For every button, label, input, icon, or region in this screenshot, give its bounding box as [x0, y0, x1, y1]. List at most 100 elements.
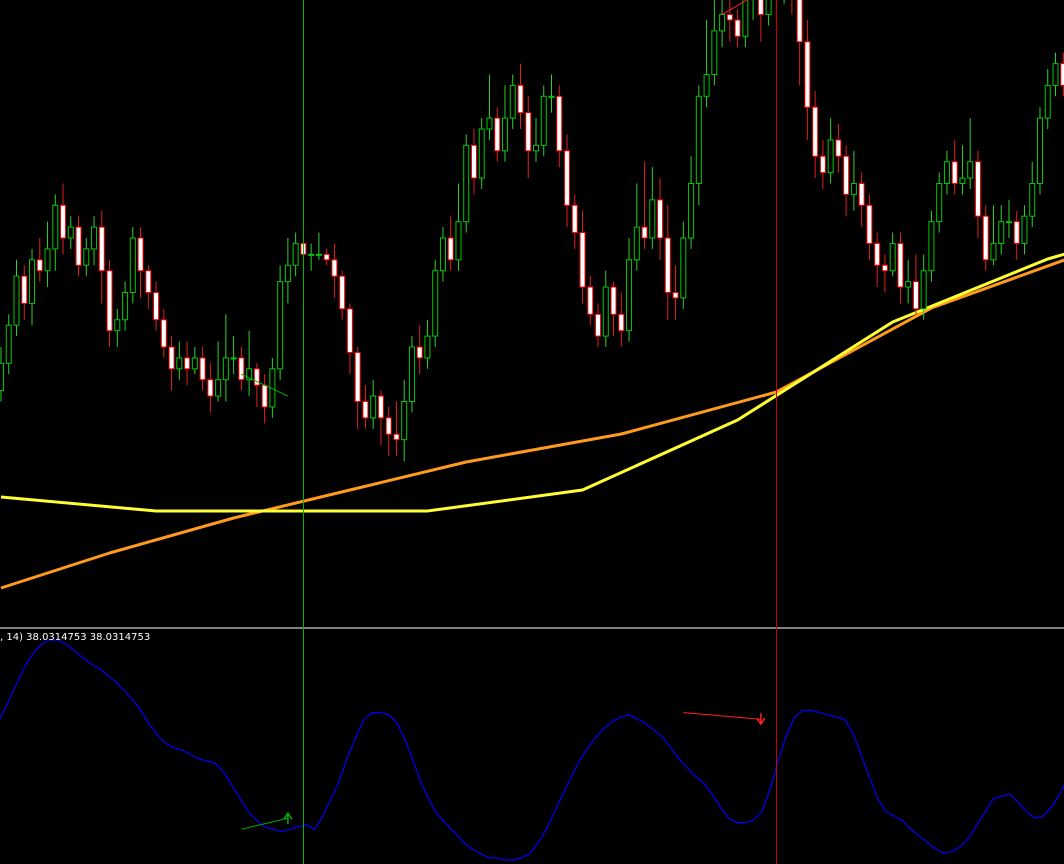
candle-body — [323, 253, 330, 261]
candle-body — [649, 199, 656, 239]
candle-body — [455, 221, 462, 261]
candle-body — [122, 292, 129, 321]
candle-body — [486, 117, 493, 130]
candle-body — [1052, 63, 1059, 86]
candle-body — [199, 357, 206, 381]
candle-body — [912, 281, 919, 310]
candle-body — [564, 150, 571, 206]
candle-body — [67, 226, 74, 239]
candle-body — [936, 183, 943, 223]
candle-body — [881, 264, 888, 272]
candle-body — [525, 112, 532, 152]
candle-body — [261, 384, 268, 408]
candle-body — [385, 417, 392, 435]
candle-body — [928, 221, 935, 272]
chart-area[interactable] — [0, 0, 1064, 864]
candle-body — [494, 117, 501, 152]
candle-body — [540, 95, 547, 146]
candle-body — [1013, 221, 1020, 244]
candle-body — [439, 237, 446, 272]
candle-body — [804, 41, 811, 108]
candle-body — [618, 313, 625, 332]
candle-body — [308, 253, 315, 256]
candle-body — [408, 346, 415, 402]
candle-body — [153, 292, 160, 321]
candle-body — [370, 395, 377, 419]
candle-body — [688, 183, 695, 239]
candle-body — [982, 215, 989, 261]
candle-body — [711, 30, 718, 75]
chart-background — [0, 0, 1064, 864]
candle-body — [401, 401, 408, 441]
candle-body — [897, 242, 904, 288]
candle-body — [835, 139, 842, 157]
candle-body — [1036, 117, 1043, 184]
candle-body — [470, 144, 477, 179]
candle-body — [106, 270, 113, 332]
candle-body — [60, 204, 67, 239]
candle — [463, 134, 470, 233]
candle-body — [13, 275, 20, 326]
candle — [432, 259, 439, 347]
candle-body — [695, 95, 702, 184]
candle — [928, 210, 935, 282]
candle-body — [176, 357, 183, 370]
candle-body — [959, 177, 966, 185]
candle-body — [726, 14, 733, 21]
candle-body — [719, 14, 726, 32]
candle-body — [292, 242, 299, 266]
candle-body — [230, 357, 237, 360]
candle-body — [416, 346, 423, 359]
candle — [540, 85, 547, 157]
candle-body — [21, 275, 28, 304]
candle-body — [91, 226, 98, 250]
candle-body — [98, 226, 105, 272]
candle-body — [44, 248, 51, 272]
candle-body — [843, 155, 850, 195]
candle-body — [672, 292, 679, 299]
candle-body — [424, 335, 431, 359]
candle-body — [602, 286, 609, 337]
candle-body — [680, 237, 687, 299]
candle-body — [517, 84, 524, 114]
candle-body — [145, 270, 152, 294]
candle-body — [238, 357, 245, 381]
candle-body — [354, 351, 361, 403]
candle-body — [222, 357, 229, 381]
candle-body — [377, 395, 384, 419]
candle — [129, 227, 136, 304]
candle-body — [160, 319, 167, 348]
candle-body — [595, 313, 602, 337]
candle-body — [207, 379, 214, 397]
candle-body — [920, 270, 927, 310]
candle-body — [858, 183, 865, 206]
candle-body — [626, 259, 633, 332]
candle-body — [556, 95, 563, 152]
candle-body — [742, 0, 749, 37]
candle-body — [548, 95, 555, 98]
candle-body — [129, 237, 136, 293]
candle-body — [114, 319, 121, 332]
candle-body — [137, 237, 144, 272]
candle-body — [633, 226, 640, 261]
candle-body — [277, 281, 284, 370]
candle-body — [447, 237, 454, 261]
candle-body — [29, 259, 36, 304]
candle-body — [463, 144, 470, 223]
candle-body — [83, 248, 90, 266]
candle-body — [866, 204, 873, 244]
candle-body — [734, 19, 741, 37]
candle-body — [284, 264, 291, 283]
candle-body — [571, 204, 578, 234]
candle-body — [874, 242, 881, 266]
candle-body — [315, 253, 322, 256]
candle-body — [52, 204, 59, 250]
candle-body — [0, 362, 4, 392]
candle-body — [889, 242, 896, 272]
candle-body — [1005, 221, 1012, 224]
candle-body — [509, 84, 516, 119]
candle-body — [905, 281, 912, 288]
candle-body — [812, 106, 819, 157]
candle — [277, 265, 284, 380]
candle-body — [432, 270, 439, 337]
